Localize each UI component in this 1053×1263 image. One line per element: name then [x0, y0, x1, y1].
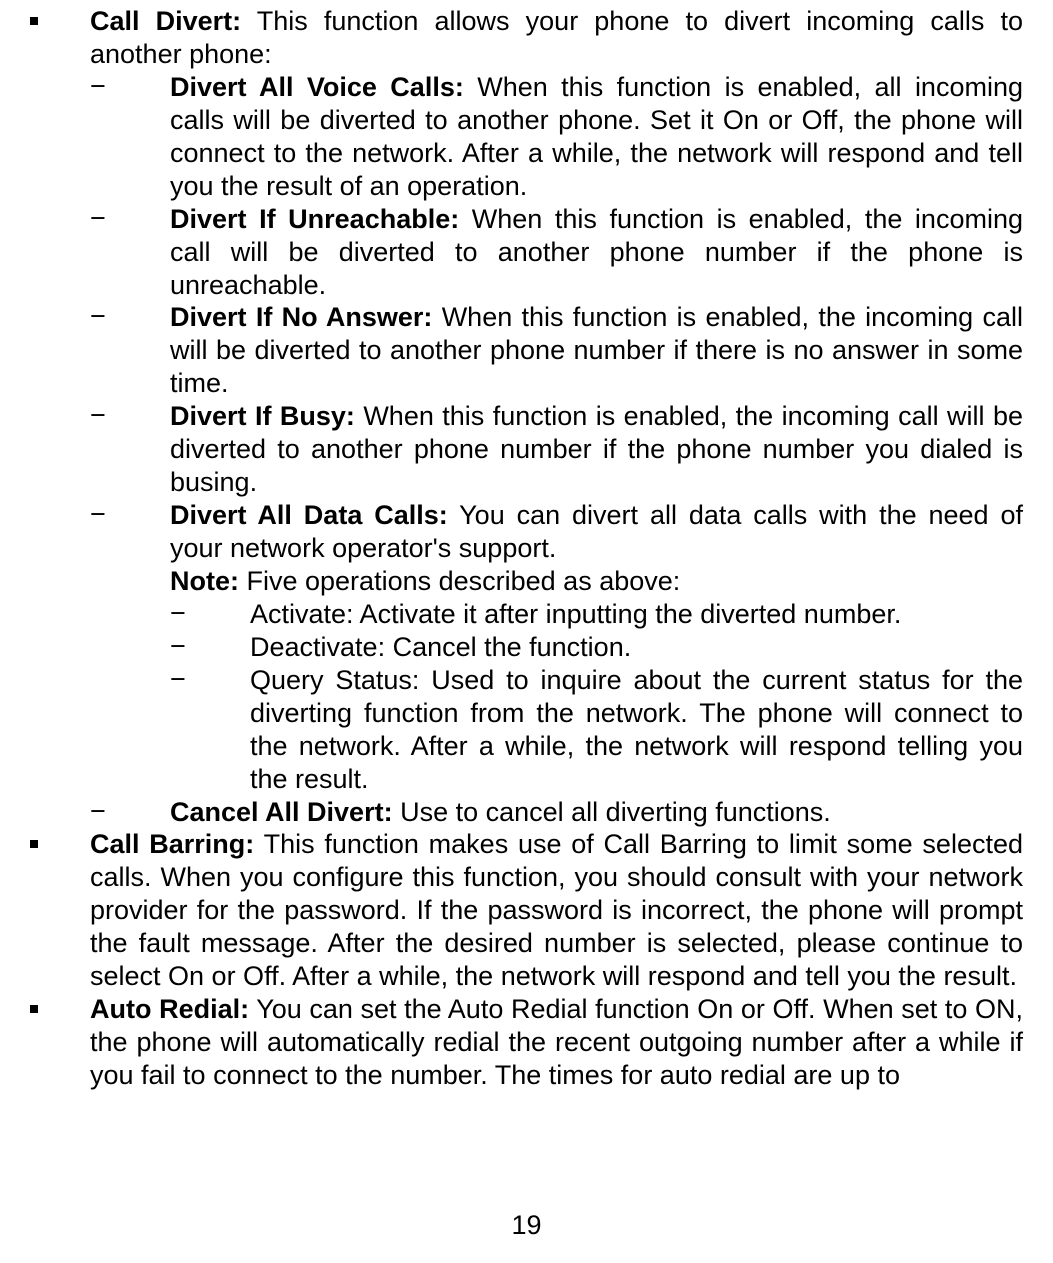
divert-no-answer: − Divert If No Answer: When this functio…	[90, 301, 1023, 400]
divert-busy: − Divert If Busy: When this function is …	[90, 400, 1023, 499]
document-body: Call Divert: This function allows your p…	[30, 0, 1023, 1092]
divert-all-data-text: Divert All Data Calls: You can divert al…	[170, 499, 1023, 565]
call-barring-title: Call Barring:	[90, 829, 254, 859]
cancel-all-text: Cancel All Divert: Use to cancel all div…	[170, 796, 1023, 829]
bullet-icon	[30, 840, 38, 848]
divert-all-data-title: Divert All Data Calls:	[170, 500, 448, 530]
note-title: Note:	[170, 566, 239, 596]
divert-all-voice-title: Divert All Voice Calls:	[170, 72, 464, 102]
note-desc: Five operations described as above:	[239, 566, 680, 596]
dash-icon: −	[90, 400, 170, 499]
bullet-icon	[30, 1005, 38, 1013]
divert-unreachable: − Divert If Unreachable: When this funct…	[90, 203, 1023, 302]
divert-no-answer-title: Divert If No Answer:	[170, 302, 432, 332]
bullet-icon	[30, 17, 38, 25]
auto-redial-section: Auto Redial: You can set the Auto Redial…	[30, 993, 1023, 1092]
cancel-all-divert: − Cancel All Divert: Use to cancel all d…	[90, 796, 1023, 829]
dash-icon: −	[90, 71, 170, 203]
call-barring-section: Call Barring: This function makes use of…	[30, 828, 1023, 993]
divert-all-voice: − Divert All Voice Calls: When this func…	[90, 71, 1023, 203]
op-activate: − Activate: Activate it after inputting …	[170, 598, 1023, 631]
dash-icon: −	[170, 664, 250, 796]
op-deactivate-text: Deactivate: Cancel the function.	[250, 631, 1023, 664]
op-deactivate: − Deactivate: Cancel the function.	[170, 631, 1023, 664]
divert-unreachable-title: Divert If Unreachable:	[170, 204, 459, 234]
page-number: 19	[0, 1210, 1053, 1241]
op-query-text: Query Status: Used to inquire about the …	[250, 664, 1023, 796]
auto-redial-title: Auto Redial:	[90, 994, 249, 1024]
cancel-all-desc: Use to cancel all diverting functions.	[393, 797, 831, 827]
auto-redial-text: Auto Redial: You can set the Auto Redial…	[90, 993, 1023, 1092]
note-line: Note: Five operations described as above…	[170, 565, 1023, 598]
divert-busy-text: Divert If Busy: When this function is en…	[170, 400, 1023, 499]
dash-icon: −	[90, 203, 170, 302]
dash-icon: −	[90, 499, 170, 565]
divert-no-answer-text: Divert If No Answer: When this function …	[170, 301, 1023, 400]
dash-icon: −	[90, 796, 170, 829]
dash-icon: −	[90, 301, 170, 400]
dash-icon: −	[170, 598, 250, 631]
dash-icon: −	[170, 631, 250, 664]
op-query: − Query Status: Used to inquire about th…	[170, 664, 1023, 796]
cancel-all-title: Cancel All Divert:	[170, 797, 393, 827]
call-divert-title: Call Divert:	[90, 6, 241, 36]
call-divert-section: Call Divert: This function allows your p…	[30, 5, 1023, 71]
call-divert-text: Call Divert: This function allows your p…	[90, 5, 1023, 71]
divert-all-voice-text: Divert All Voice Calls: When this functi…	[170, 71, 1023, 203]
call-barring-text: Call Barring: This function makes use of…	[90, 828, 1023, 993]
divert-unreachable-text: Divert If Unreachable: When this functio…	[170, 203, 1023, 302]
op-activate-text: Activate: Activate it after inputting th…	[250, 598, 1023, 631]
divert-all-data: − Divert All Data Calls: You can divert …	[90, 499, 1023, 565]
divert-busy-title: Divert If Busy:	[170, 401, 355, 431]
